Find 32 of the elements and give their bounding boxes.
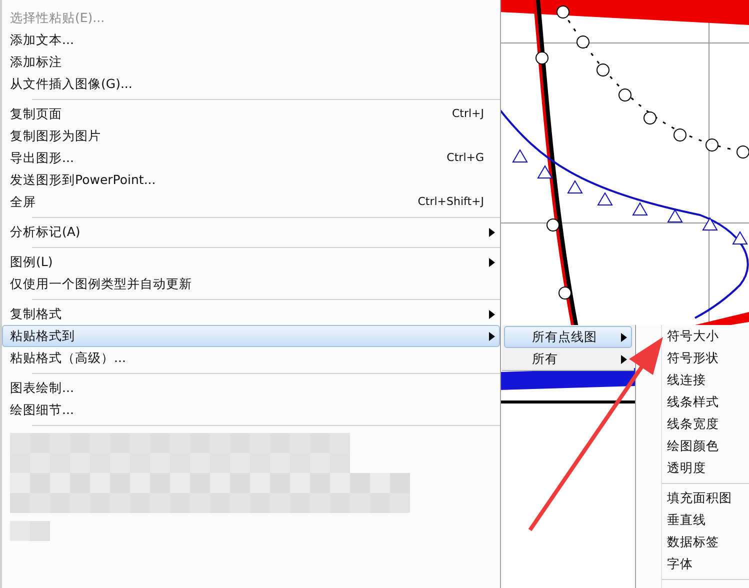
menu-item[interactable]: 绘图细节... (2, 399, 500, 421)
menu-item[interactable]: 线条宽度 (636, 413, 749, 435)
shortcut-label: Ctrl+G (446, 150, 484, 166)
menu-item[interactable]: 所有 (504, 348, 632, 370)
menu-item[interactable]: 粘贴格式（高级）... (2, 347, 500, 369)
menu-item[interactable]: 从文件插入图像(G)... (2, 73, 500, 95)
menu-item[interactable]: 数据标签 (636, 531, 749, 553)
menu-item[interactable]: 绘图颜色 (636, 435, 749, 457)
menu-item[interactable]: 全屏 Ctrl+Shift+J (2, 191, 500, 213)
menu-item[interactable]: 符号形状 (636, 347, 749, 369)
menu-item[interactable]: 透明度 (636, 457, 749, 479)
menu-item[interactable]: 发送图形到PowerPoint... (2, 169, 500, 191)
menu-item[interactable]: 仅使用一个图例类型并自动更新 (2, 273, 500, 295)
menu-item[interactable]: 添加文本... (2, 29, 500, 51)
menu-item[interactable]: 复制格式 (2, 303, 500, 325)
menu-item[interactable]: 图例(L) (2, 251, 500, 273)
menu-item[interactable]: 复制图形为图片 (2, 125, 500, 147)
menu-item[interactable]: 线连接 (636, 369, 749, 391)
menu-item[interactable]: 粘贴格式到 (2, 325, 500, 347)
menu-item[interactable]: 垂直线 (636, 509, 749, 531)
menu-item[interactable]: 线条样式 (636, 391, 749, 413)
menu-item[interactable]: 填充面积图 (636, 487, 749, 509)
menu-item[interactable]: 添加标注 (2, 51, 500, 73)
menu-item[interactable]: 分析标记(A) (2, 221, 500, 243)
menu-item[interactable]: 字体 (636, 553, 749, 575)
menu-item[interactable]: 复制页面 Ctrl+J (2, 103, 500, 125)
menu-item[interactable]: 图表绘制... (2, 377, 500, 399)
menu-item[interactable]: 所有点线图 (504, 326, 632, 348)
shortcut-label: Ctrl+J (452, 106, 484, 122)
menu-item[interactable]: 导出图形... Ctrl+G (2, 147, 500, 169)
menu-item[interactable]: 符号大小 (636, 325, 749, 347)
shortcut-label: Ctrl+Shift+J (418, 194, 484, 210)
